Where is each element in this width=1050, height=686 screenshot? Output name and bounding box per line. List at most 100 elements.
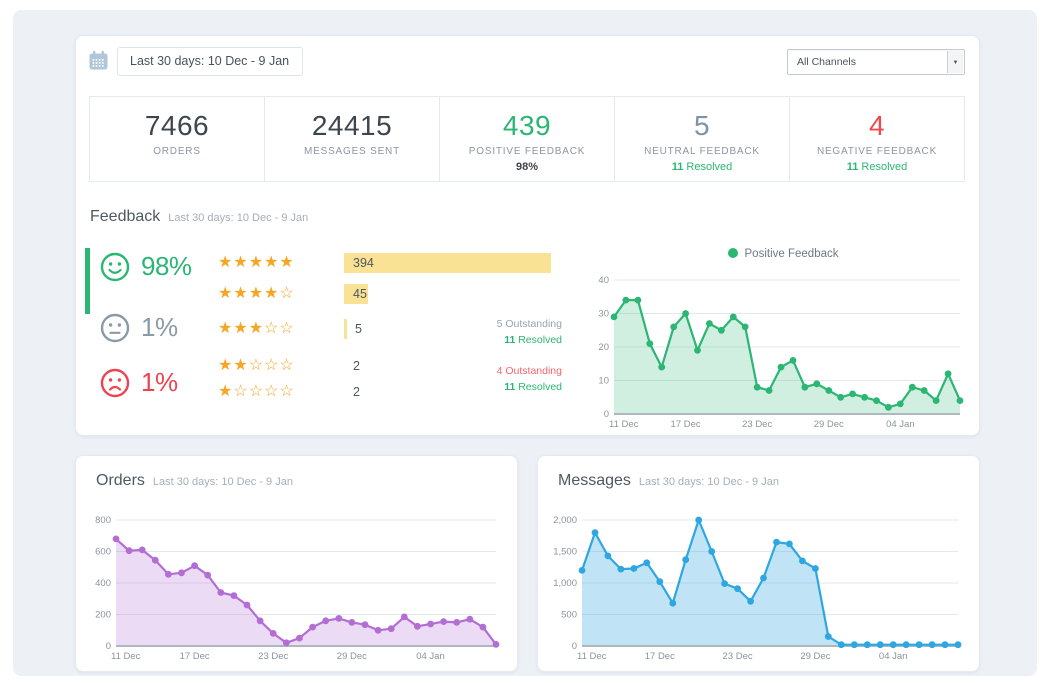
data-point	[694, 347, 701, 354]
data-point	[799, 558, 806, 565]
negative-outstanding-label: 4 Outstanding	[436, 364, 562, 380]
data-point	[466, 616, 473, 623]
svg-text:29 Dec: 29 Dec	[800, 651, 830, 662]
data-point	[718, 327, 725, 334]
section-subtitle-text: Last 30 days: 10 Dec - 9 Jan	[168, 212, 308, 224]
svg-text:17 Dec: 17 Dec	[180, 651, 210, 662]
negative-issues-block: 4 Outstanding 11 Resolved	[436, 364, 562, 396]
data-point	[786, 541, 793, 548]
data-point	[670, 324, 677, 331]
data-point	[766, 387, 773, 394]
stat-sub: 11 Resolved	[615, 161, 789, 173]
positive-percent: 98%	[141, 251, 192, 282]
data-point	[838, 641, 845, 648]
svg-text:10: 10	[598, 376, 609, 387]
data-point	[362, 621, 369, 628]
stat-value: 439	[440, 110, 614, 142]
messages-title-text: Messages	[558, 472, 631, 489]
data-point	[921, 387, 928, 394]
data-point	[611, 314, 618, 321]
data-point	[231, 592, 238, 599]
orders-title-text: Orders	[96, 472, 145, 489]
svg-text:600: 600	[95, 547, 111, 558]
chevron-down-icon[interactable]: ▼	[947, 51, 963, 73]
data-point	[957, 397, 964, 404]
data-point	[656, 578, 663, 585]
date-range-selector[interactable]: Last 30 days: 10 Dec - 9 Jan	[117, 47, 303, 76]
data-point	[592, 529, 599, 536]
data-point	[139, 547, 146, 554]
svg-text:11 Dec: 11 Dec	[111, 651, 141, 662]
messages-chart: 05001,0001,5002,00011 Dec17 Dec23 Dec29 …	[544, 512, 972, 669]
svg-text:23 Dec: 23 Dec	[723, 651, 753, 662]
data-point	[270, 630, 277, 637]
data-point	[605, 553, 612, 560]
data-point	[929, 641, 936, 648]
data-point	[440, 618, 447, 625]
chart-legend: Positive Feedback	[590, 248, 976, 260]
rating-bar	[344, 253, 551, 273]
feedback-section-title: FeedbackLast 30 days: 10 Dec - 9 Jan	[90, 208, 308, 226]
star-icon: ★★★★★	[218, 254, 295, 271]
data-point	[322, 617, 329, 624]
svg-text:29 Dec: 29 Dec	[814, 419, 844, 430]
data-point	[942, 641, 949, 648]
star-icon: ★★☆☆☆	[218, 357, 295, 374]
star-icon: ★☆☆☆☆	[218, 383, 295, 400]
rating-count: 394	[353, 253, 374, 273]
resolved-count: 11	[504, 334, 515, 346]
data-point	[204, 572, 211, 579]
data-point	[802, 384, 809, 391]
stat-negative-feedback: 4NEGATIVE FEEDBACK11 Resolved	[789, 97, 964, 181]
data-point	[897, 401, 904, 408]
stat-label: ORDERS	[90, 146, 264, 157]
data-point	[178, 569, 185, 576]
sad-face-icon	[100, 368, 130, 398]
orders-chart-svg: 020040060080011 Dec17 Dec23 Dec29 Dec04 …	[86, 512, 510, 664]
data-point	[152, 557, 159, 564]
svg-text:40: 40	[598, 275, 609, 286]
stat-neutral-feedback: 5NEUTRAL FEEDBACK11 Resolved	[614, 97, 789, 181]
data-point	[217, 589, 224, 596]
data-point	[579, 567, 586, 574]
data-point	[861, 394, 868, 401]
neutral-outstanding-label: 5 Outstanding	[436, 317, 562, 333]
data-point	[706, 320, 713, 327]
rating-bar-row-4: 45	[344, 284, 569, 304]
svg-text:29 Dec: 29 Dec	[337, 651, 367, 662]
neutral-resolved-label: 11 Resolved	[436, 333, 562, 349]
channel-filter-select[interactable]: All Channels ▼	[787, 49, 965, 75]
data-point	[773, 539, 780, 546]
data-point	[790, 357, 797, 364]
data-point	[742, 324, 749, 331]
svg-text:800: 800	[95, 515, 111, 526]
happy-face-icon	[100, 252, 130, 282]
dashboard-panel: Last 30 days: 10 Dec - 9 Jan All Channel…	[13, 10, 1037, 676]
svg-text:17 Dec: 17 Dec	[645, 651, 675, 662]
messages-subtitle-text: Last 30 days: 10 Dec - 9 Jan	[639, 476, 779, 488]
data-point	[388, 625, 395, 632]
svg-text:1,500: 1,500	[553, 547, 577, 558]
data-point	[191, 562, 198, 569]
data-point	[658, 364, 665, 371]
rating-bar-row-5: 394	[344, 253, 569, 273]
positive-feedback-chart-svg: 01020304011 Dec17 Dec23 Dec29 Dec04 Jan	[590, 270, 976, 432]
svg-text:04 Jan: 04 Jan	[886, 419, 915, 430]
data-point	[813, 380, 820, 387]
data-point	[375, 627, 382, 634]
data-point	[825, 387, 832, 394]
resolved-text: Resolved	[518, 381, 562, 393]
stat-label: MESSAGES SENT	[265, 146, 439, 157]
data-point	[669, 600, 676, 607]
svg-text:11 Dec: 11 Dec	[577, 651, 607, 662]
data-point	[708, 548, 715, 555]
stat-label: POSITIVE FEEDBACK	[440, 146, 614, 157]
sentiment-row-neutral: 1%	[100, 312, 178, 343]
data-point	[643, 559, 650, 566]
rating-count: 2	[353, 356, 360, 376]
legend-label: Positive Feedback	[745, 248, 839, 260]
sentiment-row-positive: 98%	[100, 251, 192, 282]
data-point	[349, 619, 356, 626]
data-point	[618, 566, 625, 573]
rating-count: 45	[353, 284, 367, 304]
